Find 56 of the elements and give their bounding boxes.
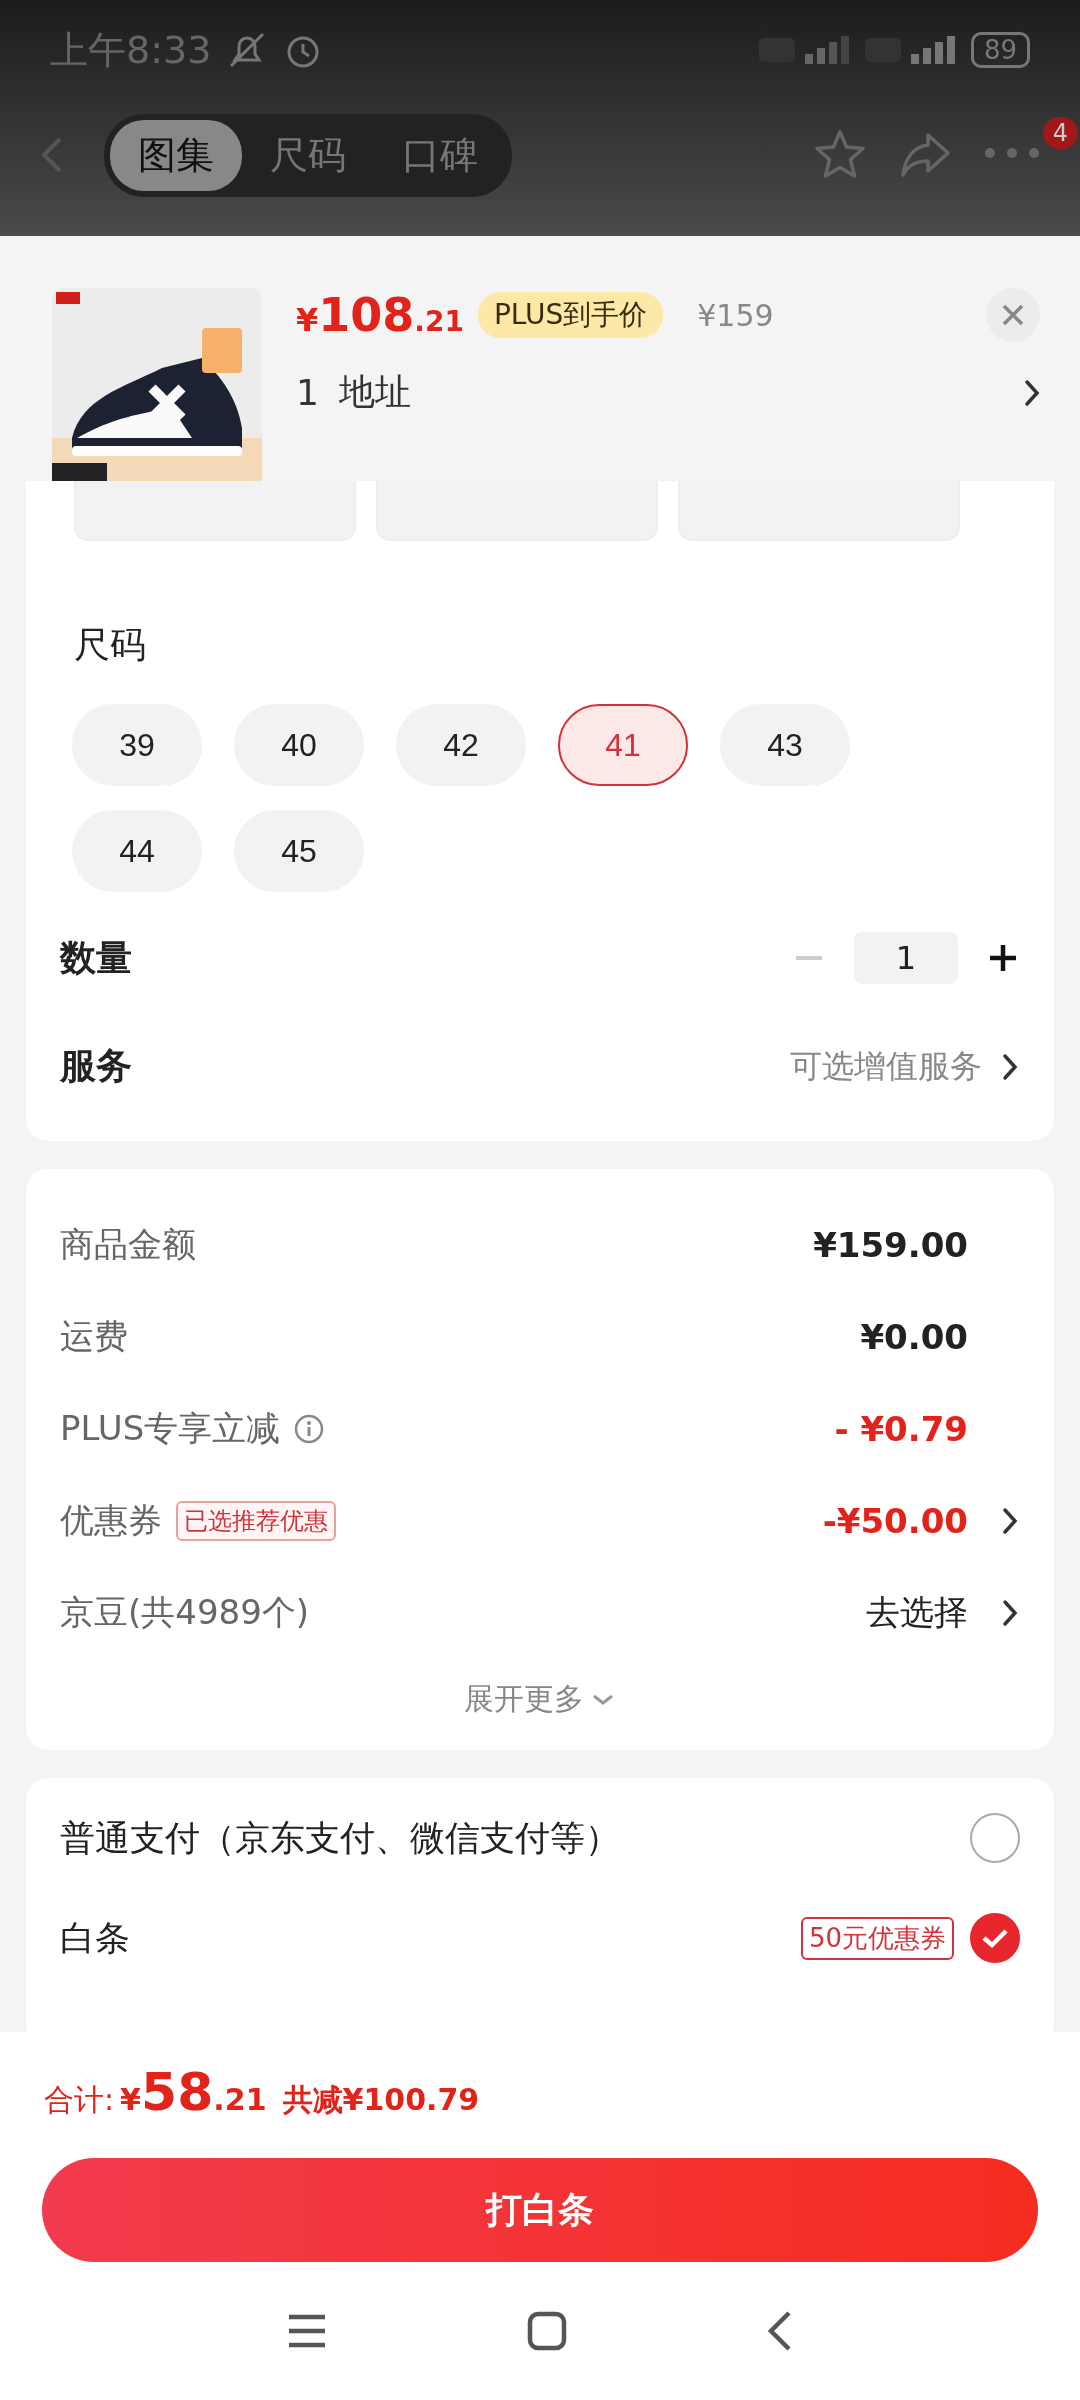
close-icon xyxy=(1002,304,1024,326)
notification-badge: 4 xyxy=(1042,117,1078,149)
fee-value[interactable]: -¥50.00 xyxy=(822,1501,968,1541)
service-label: 服务 xyxy=(60,1044,132,1088)
address-count: 1 xyxy=(296,372,319,413)
radio-button[interactable] xyxy=(970,1913,1020,1963)
payment-label: 普通支付（京东支付、微信支付等） xyxy=(60,1816,620,1860)
fee-label: 运费 xyxy=(60,1315,128,1358)
service-value[interactable]: 可选增值服务 xyxy=(790,1044,982,1089)
fee-label: 商品金额 xyxy=(60,1223,196,1266)
back-icon[interactable] xyxy=(767,2310,793,2352)
section-title: 尺码 xyxy=(73,623,147,667)
battery-indicator: 89 xyxy=(970,32,1030,68)
saved-amount: 共减¥100.79 xyxy=(282,2081,480,2119)
signal-icon xyxy=(758,36,849,64)
fee-label: PLUS专享立减 xyxy=(60,1407,281,1450)
size-option[interactable]: 43 xyxy=(720,704,850,786)
status-time: 上午8:33 xyxy=(50,26,212,74)
original-price: ¥159 xyxy=(697,297,774,333)
size-option[interactable]: 41 xyxy=(558,704,688,786)
tab[interactable]: 图集 xyxy=(110,119,242,191)
payment-label: 白条 xyxy=(60,1916,130,1960)
tab[interactable]: 尺码 xyxy=(242,119,374,191)
size-option[interactable]: 42 xyxy=(396,704,526,786)
address-label[interactable]: 地址 xyxy=(338,368,411,417)
menu-icon[interactable] xyxy=(287,2313,327,2349)
check-icon xyxy=(981,1927,1009,1949)
home-icon[interactable] xyxy=(527,2311,567,2351)
quantity-field[interactable]: 1 xyxy=(854,932,958,984)
info-icon[interactable] xyxy=(294,1414,325,1444)
total-price: ¥58.21 xyxy=(120,2062,267,2122)
fee-value: ¥0.00 xyxy=(860,1317,968,1357)
expand-link[interactable]: 展开更多 xyxy=(464,1679,584,1720)
plus-icon[interactable] xyxy=(988,943,1018,973)
chevron-icon xyxy=(1024,378,1040,407)
fee-value: ¥159.00 xyxy=(813,1225,968,1265)
fee-value[interactable]: 去选择 xyxy=(866,1590,968,1636)
quantity-label: 数量 xyxy=(60,935,132,980)
coupon-tag: 已选推荐优惠 xyxy=(176,1501,336,1541)
coupon-tag: 50元优惠券 xyxy=(800,1916,954,1960)
price-tag: PLUS到手价 xyxy=(477,292,664,338)
tab[interactable]: 口碑 xyxy=(374,119,506,191)
signal-icon xyxy=(864,36,955,64)
fee-label: 优惠券 xyxy=(60,1499,162,1542)
price-text: ¥108.21 xyxy=(296,288,464,342)
chevron-down-icon xyxy=(592,1693,614,1706)
chevron-icon xyxy=(1002,1052,1018,1081)
fee-label: 京豆(共4989个) xyxy=(60,1591,310,1634)
fee-value: - ¥0.79 xyxy=(834,1409,968,1449)
size-option[interactable]: 45 xyxy=(234,810,364,892)
radio-button[interactable] xyxy=(970,1813,1020,1863)
total-label: 合计: xyxy=(44,2081,115,2119)
size-option[interactable]: 39 xyxy=(72,704,202,786)
pay-button[interactable]: 打白条 xyxy=(42,2158,1038,2262)
size-option[interactable]: 40 xyxy=(234,704,364,786)
size-option[interactable]: 44 xyxy=(72,810,202,892)
